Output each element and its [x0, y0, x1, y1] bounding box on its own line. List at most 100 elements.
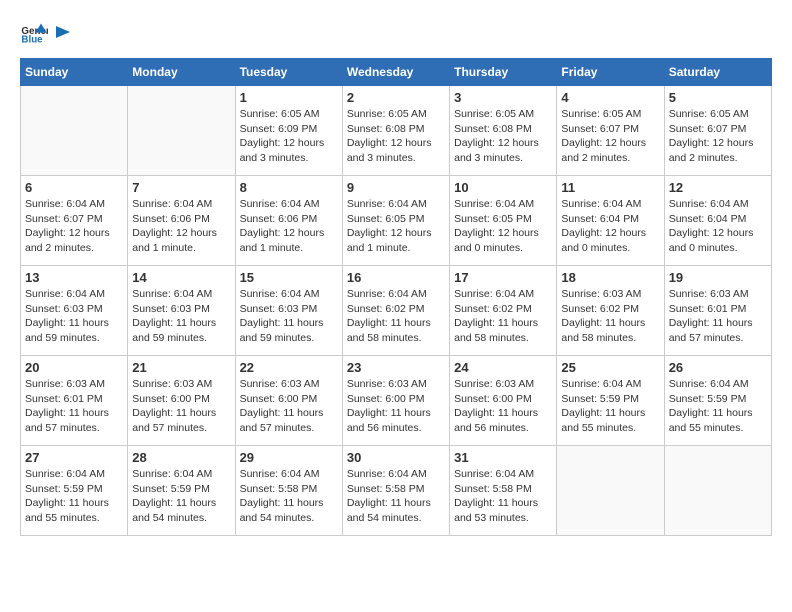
calendar-cell: 2 Sunrise: 6:05 AM Sunset: 6:08 PM Daylig…	[342, 86, 449, 176]
logo-icon: General Blue	[20, 20, 48, 48]
day-number: 19	[669, 270, 767, 285]
day-number: 17	[454, 270, 552, 285]
calendar-header-row: SundayMondayTuesdayWednesdayThursdayFrid…	[21, 59, 772, 86]
calendar-cell	[664, 446, 771, 536]
calendar-table: SundayMondayTuesdayWednesdayThursdayFrid…	[20, 58, 772, 536]
day-number: 21	[132, 360, 230, 375]
day-number: 7	[132, 180, 230, 195]
day-info: Sunrise: 6:05 AM Sunset: 6:07 PM Dayligh…	[561, 107, 659, 166]
calendar-week-3: 13 Sunrise: 6:04 AM Sunset: 6:03 PM Dayli…	[21, 266, 772, 356]
calendar-cell: 25 Sunrise: 6:04 AM Sunset: 5:59 PM Dayli…	[557, 356, 664, 446]
day-info: Sunrise: 6:03 AM Sunset: 6:00 PM Dayligh…	[347, 377, 445, 436]
day-info: Sunrise: 6:04 AM Sunset: 5:58 PM Dayligh…	[347, 467, 445, 526]
calendar-cell: 20Sunrise: 6:03 AM Sunset: 6:01 PM Dayli…	[21, 356, 128, 446]
calendar-cell: 11 Sunrise: 6:04 AM Sunset: 6:04 PM Dayli…	[557, 176, 664, 266]
day-info: Sunrise: 6:04 AM Sunset: 6:06 PM Dayligh…	[240, 197, 338, 256]
day-number: 6	[25, 180, 123, 195]
day-info: Sunrise: 6:03 AM Sunset: 6:01 PM Dayligh…	[669, 287, 767, 346]
day-number: 31	[454, 450, 552, 465]
day-info: Sunrise: 6:05 AM Sunset: 6:08 PM Dayligh…	[347, 107, 445, 166]
day-info: Sunrise: 6:04 AM Sunset: 5:59 PM Dayligh…	[669, 377, 767, 436]
calendar-cell: 23Sunrise: 6:03 AM Sunset: 6:00 PM Dayli…	[342, 356, 449, 446]
day-number: 8	[240, 180, 338, 195]
calendar-cell: 7 Sunrise: 6:04 AM Sunset: 6:06 PM Daylig…	[128, 176, 235, 266]
day-number: 10	[454, 180, 552, 195]
weekday-header-saturday: Saturday	[664, 59, 771, 86]
calendar-cell: 1Sunrise: 6:05 AM Sunset: 6:09 PM Daylig…	[235, 86, 342, 176]
day-info: Sunrise: 6:03 AM Sunset: 6:00 PM Dayligh…	[240, 377, 338, 436]
calendar-week-2: 6 Sunrise: 6:04 AM Sunset: 6:07 PM Daylig…	[21, 176, 772, 266]
day-info: Sunrise: 6:04 AM Sunset: 5:58 PM Dayligh…	[454, 467, 552, 526]
calendar-cell: 22 Sunrise: 6:03 AM Sunset: 6:00 PM Dayli…	[235, 356, 342, 446]
svg-text:Blue: Blue	[21, 34, 43, 45]
calendar-cell: 28 Sunrise: 6:04 AM Sunset: 5:59 PM Dayli…	[128, 446, 235, 536]
calendar-cell: 13 Sunrise: 6:04 AM Sunset: 6:03 PM Dayli…	[21, 266, 128, 356]
day-number: 12	[669, 180, 767, 195]
day-number: 11	[561, 180, 659, 195]
calendar-cell: 15Sunrise: 6:04 AM Sunset: 6:03 PM Dayli…	[235, 266, 342, 356]
calendar-week-1: 1Sunrise: 6:05 AM Sunset: 6:09 PM Daylig…	[21, 86, 772, 176]
page-header: General Blue	[20, 20, 772, 48]
calendar-cell: 4 Sunrise: 6:05 AM Sunset: 6:07 PM Daylig…	[557, 86, 664, 176]
day-number: 9	[347, 180, 445, 195]
calendar-cell: 30 Sunrise: 6:04 AM Sunset: 5:58 PM Dayli…	[342, 446, 449, 536]
day-info: Sunrise: 6:04 AM Sunset: 6:05 PM Dayligh…	[347, 197, 445, 256]
day-number: 2	[347, 90, 445, 105]
day-info: Sunrise: 6:03 AM Sunset: 6:00 PM Dayligh…	[132, 377, 230, 436]
day-info: Sunrise: 6:04 AM Sunset: 6:07 PM Dayligh…	[25, 197, 123, 256]
calendar-cell: 19 Sunrise: 6:03 AM Sunset: 6:01 PM Dayli…	[664, 266, 771, 356]
day-info: Sunrise: 6:05 AM Sunset: 6:07 PM Dayligh…	[669, 107, 767, 166]
day-number: 16	[347, 270, 445, 285]
day-info: Sunrise: 6:03 AM Sunset: 6:00 PM Dayligh…	[454, 377, 552, 436]
day-number: 28	[132, 450, 230, 465]
day-info: Sunrise: 6:03 AM Sunset: 6:02 PM Dayligh…	[561, 287, 659, 346]
weekday-header-wednesday: Wednesday	[342, 59, 449, 86]
day-number: 26	[669, 360, 767, 375]
day-number: 13	[25, 270, 123, 285]
calendar-week-4: 20Sunrise: 6:03 AM Sunset: 6:01 PM Dayli…	[21, 356, 772, 446]
calendar-cell: 14 Sunrise: 6:04 AM Sunset: 6:03 PM Dayli…	[128, 266, 235, 356]
day-number: 4	[561, 90, 659, 105]
day-number: 24	[454, 360, 552, 375]
logo: General Blue	[20, 20, 72, 48]
day-info: Sunrise: 6:04 AM Sunset: 6:06 PM Dayligh…	[132, 197, 230, 256]
calendar-cell: 9 Sunrise: 6:04 AM Sunset: 6:05 PM Daylig…	[342, 176, 449, 266]
day-info: Sunrise: 6:04 AM Sunset: 5:59 PM Dayligh…	[561, 377, 659, 436]
logo-flag-icon	[52, 24, 72, 48]
calendar-cell: 21 Sunrise: 6:03 AM Sunset: 6:00 PM Dayli…	[128, 356, 235, 446]
calendar-cell: 8 Sunrise: 6:04 AM Sunset: 6:06 PM Daylig…	[235, 176, 342, 266]
day-number: 5	[669, 90, 767, 105]
calendar-week-5: 27 Sunrise: 6:04 AM Sunset: 5:59 PM Dayli…	[21, 446, 772, 536]
day-number: 3	[454, 90, 552, 105]
calendar-cell: 12 Sunrise: 6:04 AM Sunset: 6:04 PM Dayli…	[664, 176, 771, 266]
day-info: Sunrise: 6:04 AM Sunset: 6:04 PM Dayligh…	[561, 197, 659, 256]
day-info: Sunrise: 6:04 AM Sunset: 5:59 PM Dayligh…	[25, 467, 123, 526]
calendar-cell: 6 Sunrise: 6:04 AM Sunset: 6:07 PM Daylig…	[21, 176, 128, 266]
day-number: 22	[240, 360, 338, 375]
calendar-cell: 3Sunrise: 6:05 AM Sunset: 6:08 PM Daylig…	[450, 86, 557, 176]
day-number: 29	[240, 450, 338, 465]
day-number: 25	[561, 360, 659, 375]
day-number: 1	[240, 90, 338, 105]
calendar-cell: 27 Sunrise: 6:04 AM Sunset: 5:59 PM Dayli…	[21, 446, 128, 536]
calendar-cell	[128, 86, 235, 176]
day-info: Sunrise: 6:04 AM Sunset: 6:04 PM Dayligh…	[669, 197, 767, 256]
calendar-cell: 24 Sunrise: 6:03 AM Sunset: 6:00 PM Dayli…	[450, 356, 557, 446]
calendar-cell: 16Sunrise: 6:04 AM Sunset: 6:02 PM Dayli…	[342, 266, 449, 356]
day-number: 27	[25, 450, 123, 465]
day-number: 30	[347, 450, 445, 465]
day-info: Sunrise: 6:04 AM Sunset: 6:03 PM Dayligh…	[25, 287, 123, 346]
day-info: Sunrise: 6:04 AM Sunset: 6:03 PM Dayligh…	[132, 287, 230, 346]
weekday-header-friday: Friday	[557, 59, 664, 86]
calendar-cell: 31 Sunrise: 6:04 AM Sunset: 5:58 PM Dayli…	[450, 446, 557, 536]
calendar-cell: 17 Sunrise: 6:04 AM Sunset: 6:02 PM Dayli…	[450, 266, 557, 356]
weekday-header-tuesday: Tuesday	[235, 59, 342, 86]
weekday-header-sunday: Sunday	[21, 59, 128, 86]
calendar-cell: 5 Sunrise: 6:05 AM Sunset: 6:07 PM Daylig…	[664, 86, 771, 176]
day-info: Sunrise: 6:04 AM Sunset: 6:02 PM Dayligh…	[454, 287, 552, 346]
day-number: 18	[561, 270, 659, 285]
day-number: 14	[132, 270, 230, 285]
day-info: Sunrise: 6:03 AM Sunset: 6:01 PM Dayligh…	[25, 377, 123, 436]
day-info: Sunrise: 6:04 AM Sunset: 6:05 PM Dayligh…	[454, 197, 552, 256]
day-info: Sunrise: 6:04 AM Sunset: 5:59 PM Dayligh…	[132, 467, 230, 526]
